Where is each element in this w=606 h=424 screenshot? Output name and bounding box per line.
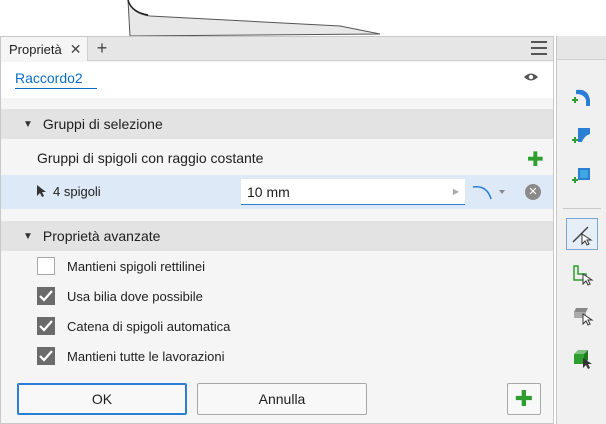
menu-icon[interactable] [531,41,547,55]
option-row[interactable]: Mantieni tutte le lavorazioni [37,345,225,367]
option-row[interactable]: Mantieni spigoli rettilinei [37,255,205,277]
section-title: Proprietà avanzate [42,228,161,244]
fillet-face-icon[interactable] [566,120,598,152]
fillet-edge-icon[interactable] [566,80,598,112]
constant-radius-group-row: Gruppi di spigoli con raggio costante ✚ [1,141,553,175]
model-edge-graphic [127,0,381,37]
eye-icon[interactable] [523,72,539,82]
section-selection-groups[interactable]: ▼ Gruppi di selezione [1,109,553,139]
edge-selection-row[interactable]: 4 spigoli 10 mm ▶ ✕ [1,175,553,209]
tool-strip [556,36,606,424]
option-label: Mantieni spigoli rettilinei [67,258,206,274]
checkmark-icon [39,320,53,332]
feature-name-field[interactable]: Raccordo2 [15,70,97,89]
feature-name-row: Raccordo2 [1,62,553,98]
cancel-button[interactable]: Annulla [197,383,367,415]
toolstrip-header [557,36,606,60]
add-group-icon[interactable]: ✚ [527,147,544,172]
remove-row-icon[interactable]: ✕ [525,184,541,200]
edge-count: 4 spigoli [53,184,101,199]
option-row[interactable]: Catena di spigoli automatica [37,315,230,337]
expand-arrow-icon[interactable]: ▶ [453,187,459,196]
checkmark-icon [39,350,53,362]
collapse-triangle-icon: ▼ [23,230,33,242]
properties-panel: Proprietà ✕ + Raccordo2 ▼ Gruppi di sele… [0,36,554,424]
checkbox-unchecked[interactable] [37,257,55,275]
option-label: Usa bilia dove possibile [67,288,203,304]
option-label: Mantieni tutte le lavorazioni [67,348,225,364]
fillet-full-round-icon[interactable] [566,160,598,192]
ok-button[interactable]: OK [17,383,187,415]
section-advanced-properties[interactable]: ▼ Proprietà avanzate [1,221,553,251]
select-cursor-icon[interactable] [35,184,47,198]
collapse-triangle-icon: ▼ [23,118,33,130]
add-button[interactable]: ✚ [507,383,541,415]
select-edge-icon[interactable] [566,218,598,250]
fillet-profile-icon [472,185,505,200]
checkbox-checked[interactable] [37,287,55,305]
radius-input[interactable]: 10 mm ▶ [241,179,465,205]
option-row[interactable]: Usa bilia dove possibile [37,285,203,307]
panel-tabbar: Proprietà ✕ + [1,37,553,61]
plus-icon: ✚ [514,386,534,411]
option-label: Catena di spigoli automatica [67,318,231,334]
close-icon[interactable]: ✕ [70,41,82,58]
group-label: Gruppi di spigoli con raggio costante [37,150,264,166]
toolstrip-divider [563,208,601,209]
select-loop-icon[interactable] [566,258,598,290]
section-title: Gruppi di selezione [42,116,163,132]
select-feature-icon[interactable] [566,298,598,330]
tab-label: Proprietà [9,41,62,57]
checkmark-icon [39,290,53,302]
add-tab-icon[interactable]: + [93,39,111,59]
tab-properties[interactable]: Proprietà ✕ [1,37,89,61]
fillet-profile-dropdown[interactable] [469,179,515,205]
checkbox-checked[interactable] [37,347,55,365]
model-viewport [0,0,606,38]
select-solid-icon[interactable] [566,342,598,374]
radius-value: 10 mm [247,184,290,200]
checkbox-checked[interactable] [37,317,55,335]
